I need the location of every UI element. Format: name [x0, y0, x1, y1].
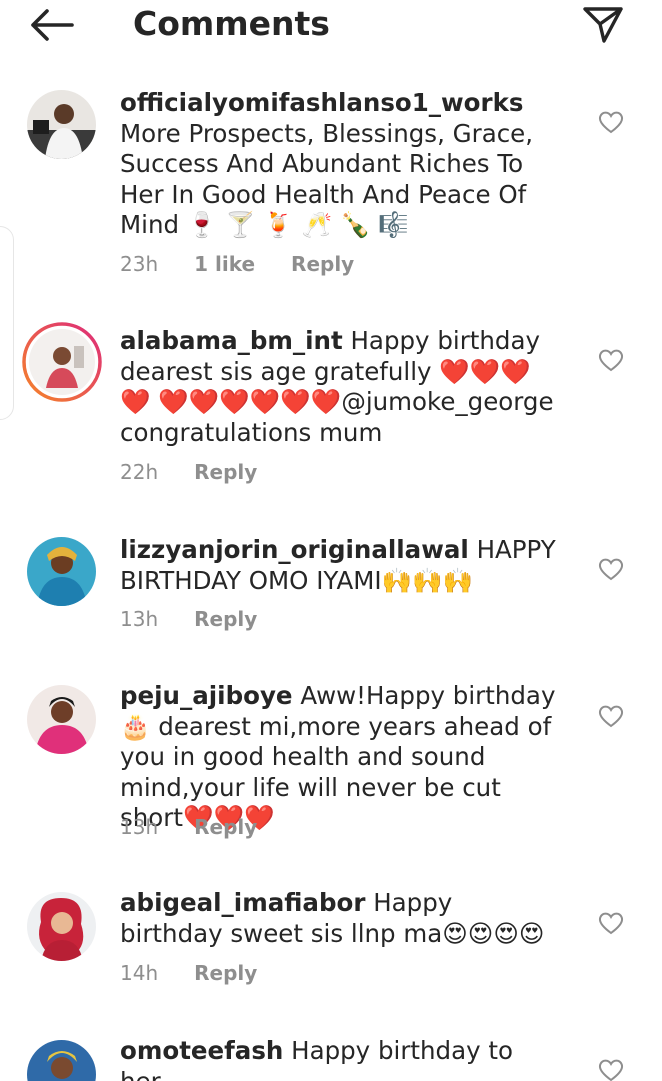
comment-time: 13h — [120, 607, 159, 631]
heart-outline-icon[interactable] — [598, 110, 624, 134]
avatar[interactable] — [27, 537, 96, 606]
avatar[interactable] — [27, 90, 96, 159]
side-panel-edge[interactable] — [0, 226, 14, 420]
comment-text: lizzyanjorin_originallawal HAPPY BIRTHDA… — [120, 535, 560, 597]
comment-text: omoteefash Happy birthday to her — [120, 1040, 560, 1081]
reply-button[interactable]: Reply — [194, 815, 257, 839]
comment-meta: 14h Reply — [120, 959, 293, 987]
comment-username[interactable]: lizzyanjorin_originallawal — [120, 535, 469, 564]
comment-item: omoteefash Happy birthday to her — [0, 1040, 662, 1081]
heart-outline-icon[interactable] — [598, 704, 624, 728]
avatar[interactable] — [22, 322, 102, 402]
reply-button[interactable]: Reply — [194, 460, 257, 484]
comment-time: 13h — [120, 815, 159, 839]
comment-username[interactable]: officialyomifashlanso1_works — [120, 88, 523, 117]
comment-meta: 13h Reply — [120, 605, 293, 633]
avatar[interactable] — [27, 892, 96, 961]
heart-outline-icon[interactable] — [598, 557, 624, 581]
comment-username[interactable]: abigeal_imafiabor — [120, 888, 365, 917]
send-icon[interactable] — [582, 5, 624, 45]
comment-text: abigeal_imafiabor Happy birthday sweet s… — [120, 888, 560, 950]
comment-username[interactable]: alabama_bm_int — [120, 326, 343, 355]
avatar[interactable] — [27, 685, 96, 754]
comment-body: More Prospects, Blessings, Grace, Succes… — [120, 118, 534, 240]
comment-meta: 23h 1 like Reply — [120, 250, 390, 278]
page-title: Comments — [133, 4, 330, 43]
comment-likes[interactable]: 1 like — [194, 252, 255, 276]
heart-outline-icon[interactable] — [598, 348, 624, 372]
back-arrow-icon[interactable] — [28, 8, 76, 42]
comment-username[interactable]: peju_ajiboye — [120, 681, 293, 710]
comment-time: 23h — [120, 252, 159, 276]
comment-username[interactable]: omoteefash — [120, 1040, 283, 1065]
header: Comments — [0, 0, 662, 50]
reply-button[interactable]: Reply — [194, 607, 257, 631]
heart-outline-icon[interactable] — [598, 911, 624, 935]
comment-text: officialyomifashlanso1_works More Prospe… — [120, 88, 560, 242]
avatar[interactable] — [27, 1040, 96, 1081]
reply-button[interactable]: Reply — [194, 961, 257, 985]
comment-time: 22h — [120, 460, 159, 484]
heart-outline-icon[interactable] — [598, 1058, 624, 1081]
comment-text: alabama_bm_int Happy birthday dearest si… — [120, 326, 560, 450]
comment-meta: 22h Reply — [120, 458, 293, 486]
comment-time: 14h — [120, 961, 159, 985]
comment-meta: 13h Reply — [120, 813, 293, 841]
comment-text: peju_ajiboye Aww!Happy birthday 🎂 deares… — [120, 681, 560, 832]
reply-button[interactable]: Reply — [291, 252, 354, 276]
